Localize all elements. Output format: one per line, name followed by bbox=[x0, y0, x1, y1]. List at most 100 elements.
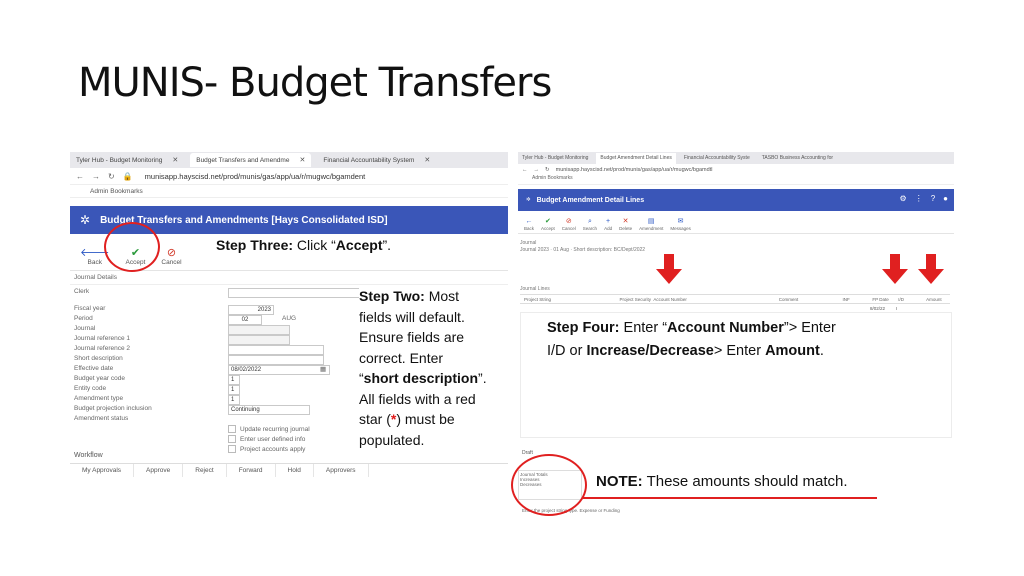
fiscal-year-field[interactable]: 2023 bbox=[228, 305, 274, 315]
journal-label: Journal bbox=[74, 325, 96, 332]
browser-tab-bar: Tyler Hub - Budget Monitoring Budget Ame… bbox=[518, 152, 954, 164]
entity-code-field[interactable]: 1 bbox=[228, 385, 240, 395]
tab-label: Financial Accountability System bbox=[323, 156, 415, 164]
user-avatar-icon[interactable]: ● bbox=[943, 194, 948, 203]
forward-arrow-icon[interactable]: → bbox=[92, 172, 100, 181]
workflow-buttons: My Approvals Approve Reject Forward Hold… bbox=[70, 463, 508, 477]
checkbox-box[interactable] bbox=[228, 435, 236, 443]
red-down-arrow-icon bbox=[656, 254, 682, 284]
journal-field bbox=[228, 325, 290, 335]
bookmark-admin[interactable]: Admin Bookmarks bbox=[70, 185, 508, 198]
browser-tab-budget-transfers[interactable]: Budget Transfers and Amendme ✕ bbox=[190, 153, 312, 167]
browser-tab-tasbo[interactable]: TASBO Business Accounting for bbox=[758, 155, 837, 161]
journal-lines-label: Journal Lines bbox=[520, 286, 550, 292]
workflow-section: Workflow My Approvals Approve Reject For… bbox=[70, 452, 508, 477]
accept-button[interactable]: ✔ Accept bbox=[541, 218, 555, 233]
close-icon[interactable]: ✕ bbox=[299, 156, 305, 164]
browser-tab-amendment-detail[interactable]: Budget Amendment Detail Lines bbox=[596, 152, 676, 164]
my-approvals-button[interactable]: My Approvals bbox=[70, 464, 135, 477]
clerk-label: Clerk bbox=[74, 288, 90, 295]
step-two-line: All fields with a red bbox=[359, 390, 476, 407]
amendment-type-field[interactable]: 1 bbox=[228, 395, 240, 405]
step-three-label: Step Three: bbox=[216, 237, 294, 253]
short-description-field[interactable] bbox=[228, 355, 324, 365]
button-label: Cancel bbox=[561, 226, 576, 231]
approve-button[interactable]: Approve bbox=[134, 464, 184, 477]
draft-label: Draft bbox=[522, 450, 533, 456]
journal-summary: Journal Journal 2023 · 01 Aug · Short de… bbox=[518, 234, 954, 254]
messages-button[interactable]: ✉ Messages bbox=[670, 218, 691, 233]
browser-tab-financial-accountability[interactable]: Financial Accountability Syste bbox=[680, 155, 754, 161]
cancel-button[interactable]: ⊘ Cancel bbox=[161, 247, 181, 270]
reload-icon[interactable]: ↻ bbox=[108, 172, 115, 181]
effective-date-field[interactable]: 08/02/2022 bbox=[228, 365, 330, 375]
col-comment[interactable]: Comment bbox=[779, 297, 843, 302]
close-icon[interactable]: ✕ bbox=[424, 156, 430, 164]
col-amount[interactable]: Amount bbox=[926, 297, 950, 302]
step-two-line: Most bbox=[424, 288, 460, 304]
checkmark-icon: ✔ bbox=[544, 218, 551, 225]
cancel-button[interactable]: ⊘ Cancel bbox=[562, 218, 576, 233]
browser-tab-financial-accountability[interactable]: Financial Accountability System ✕ bbox=[317, 153, 436, 167]
update-recurring-checkbox[interactable]: Update recurring journal bbox=[228, 425, 310, 433]
browser-tab-tyler-hub[interactable]: Tyler Hub - Budget Monitoring ✕ bbox=[70, 153, 184, 167]
calendar-icon[interactable]: ▦ bbox=[320, 365, 326, 373]
cell-id[interactable]: I bbox=[896, 306, 924, 311]
col-project-security[interactable]: Project Security bbox=[620, 297, 654, 302]
workflow-label: Workflow bbox=[74, 452, 103, 459]
checkbox-label: Update recurring journal bbox=[240, 425, 310, 433]
app-header-icons: ⚙ ⋮ ? ● bbox=[900, 194, 948, 203]
journal-details-header: Journal Details bbox=[70, 271, 508, 285]
gear-icon[interactable]: ⚙ bbox=[900, 194, 907, 203]
delete-button[interactable]: ✕ Delete bbox=[619, 218, 632, 233]
journal-ref2-field[interactable] bbox=[228, 345, 324, 355]
hold-button[interactable]: Hold bbox=[276, 464, 314, 477]
back-arrow-icon[interactable]: ← bbox=[76, 172, 84, 181]
clerk-field[interactable] bbox=[228, 288, 374, 298]
period-field[interactable]: 02 bbox=[228, 315, 262, 325]
col-project-string[interactable]: Project String bbox=[520, 297, 620, 302]
budget-year-code-field[interactable]: 1 bbox=[228, 375, 240, 385]
button-label: Add bbox=[604, 226, 613, 231]
col-fp-date[interactable]: FP Date bbox=[872, 297, 898, 302]
checkbox-label: Enter user defined info bbox=[240, 435, 306, 443]
col-id[interactable]: I/D bbox=[898, 297, 926, 302]
note-label: NOTE: bbox=[596, 473, 643, 490]
note-annotation: NOTE: These amounts should match. bbox=[596, 472, 848, 493]
journal-label: Journal bbox=[520, 240, 537, 246]
bookmark-admin[interactable]: Admin Bookmarks bbox=[518, 175, 954, 185]
url-text[interactable]: munisapp.hayscisd.net/prod/munis/gas/app… bbox=[556, 167, 713, 173]
forward-button[interactable]: Forward bbox=[227, 464, 276, 477]
journal-info: Journal 2023 · 01 Aug · Short descriptio… bbox=[520, 247, 646, 253]
search-button[interactable]: ⌕ Search bbox=[583, 218, 597, 233]
help-icon[interactable]: ? bbox=[931, 194, 935, 203]
back-arrow-icon[interactable]: ← bbox=[522, 167, 528, 173]
amendment-button[interactable]: ▤ Amendment bbox=[639, 218, 663, 233]
forward-arrow-icon[interactable]: → bbox=[534, 167, 540, 173]
cell-fp-date[interactable]: 8/02/22 bbox=[870, 306, 896, 311]
col-inf[interactable]: INF bbox=[843, 297, 873, 302]
accept-highlight-ring bbox=[104, 222, 160, 272]
step-two-annotation: Step Two: Most fields will default. Ensu… bbox=[359, 286, 509, 450]
approvers-button[interactable]: Approvers bbox=[314, 464, 369, 477]
plus-icon: + bbox=[606, 218, 611, 225]
address-bar: ← → ↻ munisapp.hayscisd.net/prod/munis/g… bbox=[518, 164, 954, 175]
enter-user-info-checkbox[interactable]: Enter user defined info bbox=[228, 435, 305, 443]
red-down-arrow-icon bbox=[882, 254, 908, 284]
budget-projection-select[interactable]: Continuing bbox=[228, 405, 310, 415]
step-four-label: Step Four: bbox=[547, 320, 620, 336]
step-three-accept: Accept bbox=[335, 237, 383, 253]
reload-icon[interactable]: ↻ bbox=[545, 167, 550, 173]
step-four-annotation: Step Four: Enter “Account Number”> Enter… bbox=[547, 317, 836, 363]
step-four-increase-decrease: Increase/Decrease bbox=[586, 343, 714, 359]
checkbox-box[interactable] bbox=[228, 425, 236, 433]
close-icon[interactable]: ✕ bbox=[172, 156, 178, 164]
add-button[interactable]: + Add bbox=[604, 218, 612, 233]
app-title: Budget Amendment Detail Lines bbox=[536, 196, 645, 204]
menu-icon[interactable]: ⋮ bbox=[915, 194, 923, 203]
url-text[interactable]: munisapp.hayscisd.net/prod/munis/gas/app… bbox=[145, 172, 366, 181]
back-button[interactable]: ← Back bbox=[524, 218, 534, 233]
reject-button[interactable]: Reject bbox=[183, 464, 227, 477]
col-account-number[interactable]: Account Number bbox=[653, 297, 778, 302]
browser-tab-tyler-hub[interactable]: Tyler Hub - Budget Monitoring bbox=[518, 155, 592, 161]
